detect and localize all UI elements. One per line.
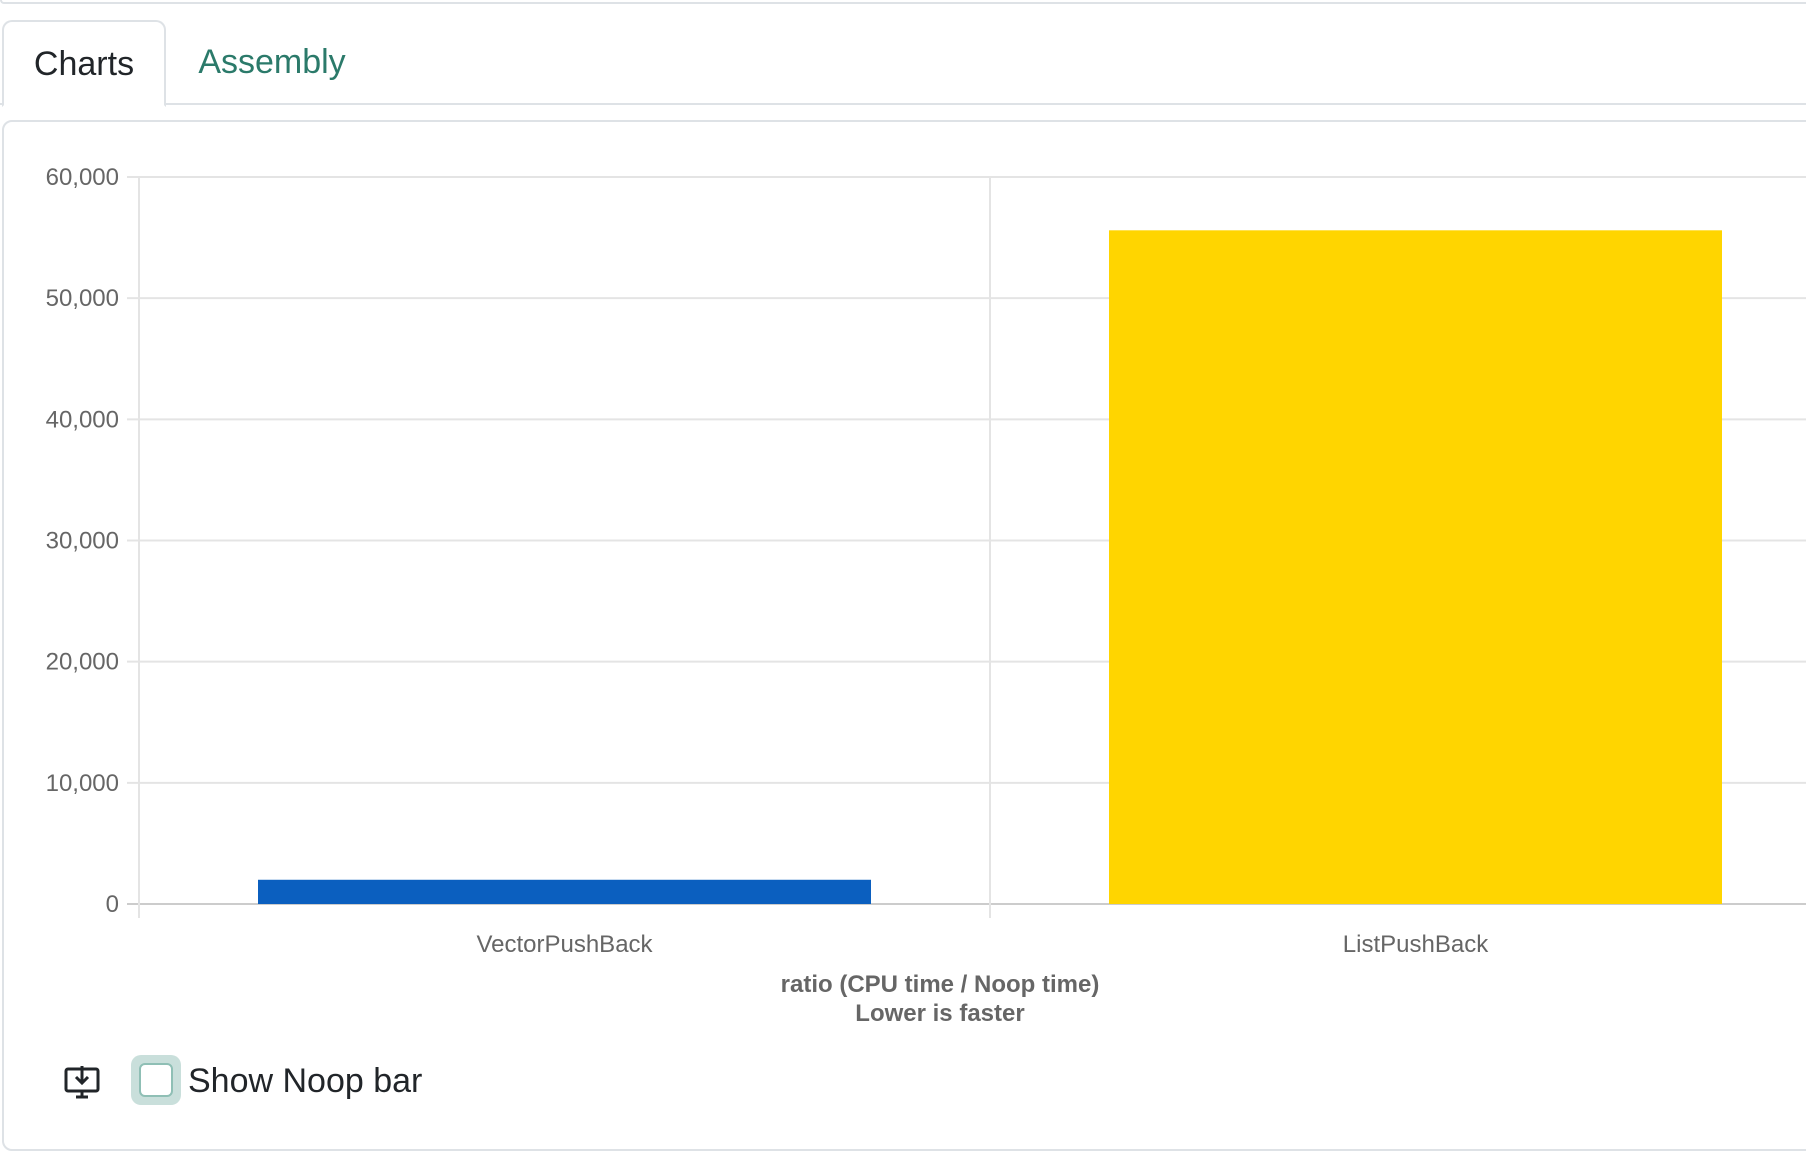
x-axis-subtitle: Lower is faster [855,1000,1024,1027]
y-tick-label: 50,000 [46,285,119,312]
download-monitor-icon[interactable] [62,1062,102,1102]
top-border [0,0,1806,4]
y-tick-label: 30,000 [46,528,119,555]
tab-bar: Charts Assembly [0,20,1806,107]
x-tick-label: ListPushBack [1343,931,1489,958]
show-noop-checkbox[interactable] [139,1063,173,1097]
y-tick-label: 10,000 [46,770,119,797]
y-tick-label: 20,000 [46,649,119,676]
tab-charts[interactable]: Charts [2,20,166,107]
bar-vectorpushback [258,879,871,904]
show-noop-label[interactable]: Show Noop bar [188,1052,422,1110]
chart-card: 60,000 50,000 40,000 30,000 20,000 10,000 0 Vec… [2,120,1806,1151]
y-tick-label: 40,000 [46,406,119,433]
bar-chart: 60,000 50,000 40,000 30,000 20,000 10,000 0 Vec… [46,164,1806,1027]
y-tick-label: 0 [106,891,119,918]
x-tick-label: VectorPushBack [476,931,653,958]
y-tick-label: 60,000 [46,164,119,191]
show-noop-checkbox-focus-ring [131,1055,181,1105]
bar-listpushback [1109,230,1722,904]
x-axis-title: ratio (CPU time / Noop time) [781,971,1100,998]
tab-assembly[interactable]: Assembly [182,20,362,105]
